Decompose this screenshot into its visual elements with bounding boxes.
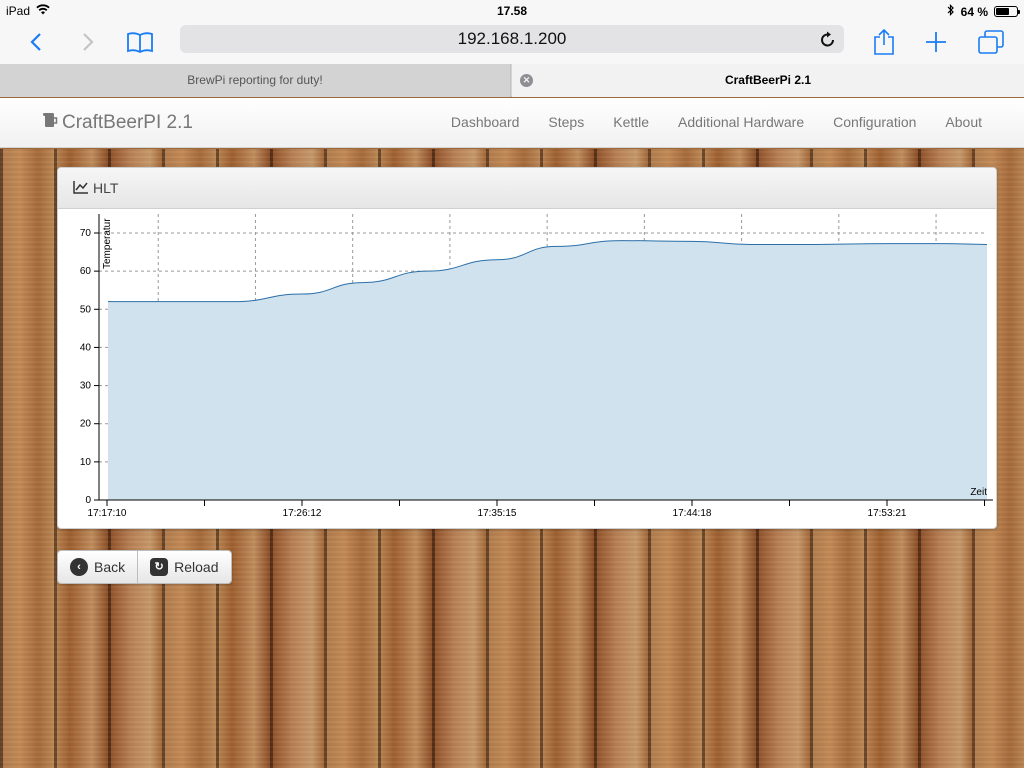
address-bar[interactable]: 192.168.1.200 xyxy=(180,25,844,53)
nav-dashboard[interactable]: Dashboard xyxy=(451,114,520,130)
panel-title: HLT xyxy=(93,180,119,196)
tab-craftbeerpi[interactable]: ✕ CraftBeerPi 2.1 xyxy=(512,64,1024,97)
tab-brewpi[interactable]: BrewPi reporting for duty! xyxy=(0,64,511,97)
refresh-icon: ↻ xyxy=(150,558,169,576)
tab-title: CraftBeerPi 2.1 xyxy=(724,73,812,87)
y-tick-label: 40 xyxy=(80,342,92,353)
battery-icon xyxy=(994,6,1020,17)
reload-label: Reload xyxy=(174,559,219,575)
bookmarks-icon[interactable] xyxy=(124,26,156,58)
nav-steps[interactable]: Steps xyxy=(548,114,584,130)
back-button[interactable]: ‹ Back xyxy=(58,551,138,583)
back-label: Back xyxy=(94,559,126,575)
brand-label: CraftBeerPI 2.1 xyxy=(62,112,193,133)
x-tick-label: 17:17:10 xyxy=(88,508,127,519)
status-bar: iPad 17.58 64 % xyxy=(0,0,1024,22)
reload-button[interactable]: ↻ Reload xyxy=(137,551,231,583)
bluetooth-icon xyxy=(947,4,955,19)
y-tick-label: 50 xyxy=(80,304,92,315)
x-axis-label: Zeit xyxy=(970,487,987,498)
tabs-overview-icon[interactable] xyxy=(976,26,1006,58)
back-arrow-icon[interactable] xyxy=(24,26,48,58)
tab-title: BrewPi reporting for duty! xyxy=(187,73,323,87)
brand[interactable]: CraftBeerPI 2.1 xyxy=(42,112,193,134)
reload-page-icon[interactable] xyxy=(820,30,836,58)
x-tick-label: 17:26:12 xyxy=(283,508,322,519)
close-tab-icon[interactable]: ✕ xyxy=(520,74,533,87)
x-tick-label: 17:53:21 xyxy=(868,508,907,519)
x-tick-label: 17:44:18 xyxy=(673,508,712,519)
nav-menu: Dashboard Steps Kettle Additional Hardwa… xyxy=(451,114,982,130)
nav-kettle[interactable]: Kettle xyxy=(613,114,649,130)
y-tick-label: 20 xyxy=(80,419,92,430)
new-tab-icon[interactable] xyxy=(922,26,950,58)
battery-percent: 64 % xyxy=(960,4,988,19)
y-tick-label: 70 xyxy=(80,228,92,239)
nav-additional-hardware[interactable]: Additional Hardware xyxy=(678,114,804,130)
url-text: 192.168.1.200 xyxy=(457,29,567,48)
circle-arrow-left-icon: ‹ xyxy=(70,558,88,576)
y-tick-label: 10 xyxy=(80,457,92,468)
panel-heading: HLT xyxy=(58,168,996,209)
action-buttons: ‹ Back ↻ Reload xyxy=(57,550,232,584)
nav-about[interactable]: About xyxy=(945,114,982,130)
tab-bar: BrewPi reporting for duty! ✕ CraftBeerPi… xyxy=(0,64,1024,97)
y-tick-label: 60 xyxy=(80,266,92,277)
x-tick-label: 17:35:15 xyxy=(478,508,517,519)
y-axis-label: Temperatur xyxy=(102,218,113,269)
nav-configuration[interactable]: Configuration xyxy=(833,114,916,130)
share-icon[interactable] xyxy=(870,26,898,58)
y-tick-label: 0 xyxy=(85,495,91,506)
area-fill xyxy=(108,240,987,500)
beer-mug-icon xyxy=(42,112,58,134)
browser-toolbar: 192.168.1.200 xyxy=(0,22,1024,64)
line-chart-icon xyxy=(73,180,89,197)
hlt-chart-panel: HLT 0 10 20 30 40 50 60 70 17:17:10 17:26:12 17:35… xyxy=(57,167,997,529)
forward-arrow-icon[interactable] xyxy=(76,26,100,58)
clock: 17.58 xyxy=(496,4,528,18)
y-tick-label: 30 xyxy=(80,381,92,392)
site-navbar: CraftBeerPI 2.1 Dashboard Steps Kettle A… xyxy=(0,98,1024,148)
temperature-chart: 0 10 20 30 40 50 60 70 17:17:10 17:26:12 17:35:15 1… xyxy=(80,214,993,519)
